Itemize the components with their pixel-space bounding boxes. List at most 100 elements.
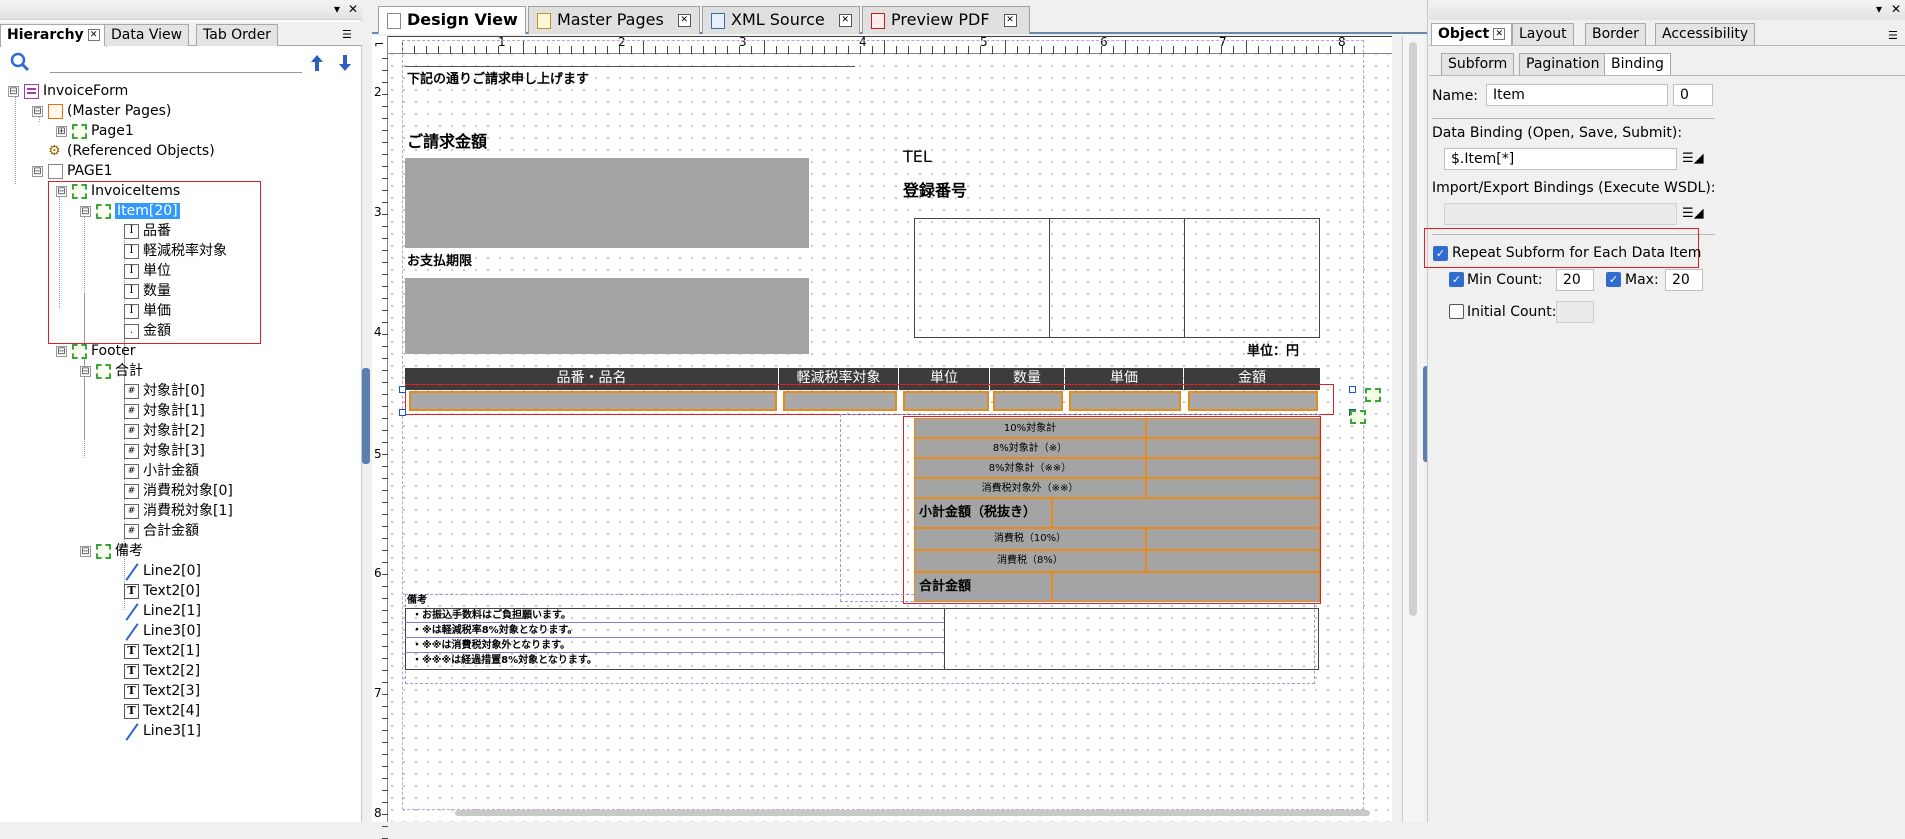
- selection-handle[interactable]: [1349, 386, 1356, 393]
- canvas-horizontal-scrollbar[interactable]: [455, 810, 1370, 816]
- hierarchy-tabs: Hierarchy ✕ Data View Tab Order ☰: [0, 22, 362, 47]
- panel-close-icon[interactable]: ✕: [348, 2, 358, 16]
- stamp-box-group: [914, 218, 1320, 338]
- tree-node-text2-3[interactable]: T Text2[3]: [124, 682, 200, 701]
- tab-object[interactable]: Object ✕: [1431, 23, 1513, 45]
- tab-layout[interactable]: Layout: [1512, 23, 1574, 45]
- arrow-down-icon[interactable]: [338, 54, 352, 72]
- text-object-icon: T: [124, 683, 139, 699]
- summary-field-8b[interactable]: [1146, 458, 1320, 478]
- tab-data-view[interactable]: Data View: [104, 24, 190, 46]
- tree-node-total-0[interactable]: # 対象計[0]: [124, 382, 205, 401]
- tree-node-line3-1[interactable]: Line3[1]: [124, 722, 201, 741]
- tree-node-subtotal[interactable]: # 小計金額: [124, 462, 199, 481]
- ruler-tick: [382, 490, 388, 491]
- tree-node-master-pages[interactable]: ⊟ (Master Pages): [32, 102, 171, 121]
- tree-node-line2-1[interactable]: Line2[1]: [124, 602, 201, 621]
- ruler-tick: [382, 166, 388, 167]
- close-icon[interactable]: ✕: [677, 14, 691, 27]
- hierarchy-search-input[interactable]: [50, 51, 302, 73]
- initial-count-field[interactable]: [1556, 301, 1594, 323]
- max-field[interactable]: 20: [1665, 269, 1703, 291]
- tree-node-total-group[interactable]: ⊟ 合計: [80, 362, 143, 381]
- tax-field-10[interactable]: [1146, 528, 1320, 550]
- close-icon[interactable]: ✕: [1493, 28, 1506, 40]
- tree-node-page1[interactable]: ⊞ Page1: [56, 122, 134, 141]
- name-field[interactable]: Item: [1486, 84, 1668, 106]
- tax-field-8[interactable]: [1146, 550, 1320, 572]
- close-icon[interactable]: ✕: [838, 14, 852, 27]
- ruler-tick: [382, 322, 388, 323]
- tab-tab-order[interactable]: Tab Order: [196, 24, 278, 46]
- tree-node-total-1[interactable]: # 対象計[1]: [124, 402, 205, 421]
- canvas-vertical-scrollbar[interactable]: [1402, 36, 1424, 822]
- binding-menu-icon[interactable]: ☰◢: [1682, 151, 1704, 166]
- import-export-menu-icon[interactable]: ☰◢: [1682, 206, 1704, 221]
- import-export-field[interactable]: [1444, 203, 1677, 225]
- panel-options-icon[interactable]: ☰: [1888, 29, 1898, 42]
- summary-field-exempt[interactable]: [1146, 478, 1320, 498]
- name-label: Name:: [1432, 88, 1479, 104]
- subtab-binding[interactable]: Binding: [1604, 53, 1671, 75]
- max-checkbox[interactable]: ✓: [1606, 272, 1621, 287]
- scroll-thumb[interactable]: [1409, 42, 1417, 616]
- ruler-tick: [382, 190, 388, 191]
- tab-border[interactable]: Border: [1585, 23, 1646, 45]
- close-icon[interactable]: ✕: [87, 29, 100, 41]
- subtotal-field[interactable]: [1052, 498, 1320, 528]
- unit-yen-label: 単位：円: [1247, 344, 1300, 359]
- subtab-subform[interactable]: Subform: [1441, 53, 1515, 75]
- subtab-pagination[interactable]: Pagination: [1519, 53, 1607, 75]
- data-binding-field[interactable]: $.Item[*]: [1444, 148, 1677, 170]
- tab-accessibility[interactable]: Accessibility: [1655, 23, 1756, 45]
- tab-design-view[interactable]: Design View: [378, 6, 526, 34]
- summary-field-10[interactable]: [1146, 418, 1320, 438]
- tab-hierarchy[interactable]: Hierarchy ✕: [0, 24, 107, 47]
- initial-count-checkbox[interactable]: [1449, 304, 1464, 319]
- subform-icon: [72, 343, 87, 359]
- tree-node-line3-0[interactable]: Line3[0]: [124, 622, 201, 641]
- tree-node-invoiceform[interactable]: ⊟ InvoiceForm: [8, 82, 128, 101]
- min-count-checkbox[interactable]: ✓: [1449, 272, 1464, 287]
- selection-handle[interactable]: [399, 386, 406, 393]
- search-icon[interactable]: [10, 52, 30, 72]
- tree-node-line2-0[interactable]: Line2[0]: [124, 562, 201, 581]
- tree-node-footer[interactable]: ⊟ Footer: [56, 342, 136, 361]
- due-date-field[interactable]: [405, 278, 809, 354]
- tree-node-grand-total[interactable]: # 合計金額: [124, 522, 199, 541]
- summary-field-8[interactable]: [1146, 438, 1320, 458]
- tree-node-total-3[interactable]: # 対象計[3]: [124, 442, 205, 461]
- master-pages-icon: [48, 103, 63, 119]
- tab-master-pages[interactable]: Master Pages ✕: [528, 6, 700, 34]
- tree-node-text2-0[interactable]: T Text2[0]: [124, 582, 200, 601]
- panel-close-icon[interactable]: ✕: [1891, 2, 1901, 16]
- text-object-icon: T: [124, 583, 139, 599]
- tree-node-referenced-objects[interactable]: ⚙ (Referenced Objects): [32, 142, 215, 161]
- tree-node-tax-1[interactable]: # 消費税対象[1]: [124, 502, 233, 521]
- ruler-tick: [382, 610, 388, 611]
- tab-data-view-label: Data View: [111, 27, 183, 43]
- tree-node-remarks-group[interactable]: ⊟ 備考: [80, 542, 143, 561]
- close-icon[interactable]: ✕: [1003, 14, 1017, 27]
- panel-menu-icon[interactable]: ▾: [1876, 2, 1882, 16]
- tree-node-total-2[interactable]: # 対象計[2]: [124, 422, 205, 441]
- left-splitter-handle[interactable]: [362, 368, 370, 464]
- selection-handle[interactable]: [399, 409, 406, 416]
- ruler-tick: [382, 694, 388, 695]
- panel-options-icon[interactable]: ☰: [342, 28, 352, 41]
- tree-node-text2-4[interactable]: T Text2[4]: [124, 702, 200, 721]
- tree-node-text2-1[interactable]: T Text2[1]: [124, 642, 200, 661]
- tab-preview-pdf[interactable]: Preview PDF ✕: [862, 6, 1030, 34]
- ruler-corner-icon: ⌐: [374, 37, 385, 51]
- tree-node-page-upper[interactable]: ⊟ PAGE1: [32, 162, 112, 181]
- repeat-subform-checkbox[interactable]: ✓: [1433, 246, 1448, 261]
- ruler-tick: [382, 658, 388, 659]
- index-field[interactable]: 0: [1673, 84, 1713, 106]
- arrow-up-icon[interactable]: [310, 54, 324, 72]
- billing-amount-field[interactable]: [405, 158, 809, 248]
- tab-xml-source[interactable]: XML Source ✕: [702, 6, 860, 34]
- min-count-field[interactable]: 20: [1556, 269, 1594, 291]
- tree-node-text2-2[interactable]: T Text2[2]: [124, 662, 200, 681]
- panel-menu-icon[interactable]: ▾: [334, 2, 340, 16]
- tree-node-tax-0[interactable]: # 消費税対象[0]: [124, 482, 233, 501]
